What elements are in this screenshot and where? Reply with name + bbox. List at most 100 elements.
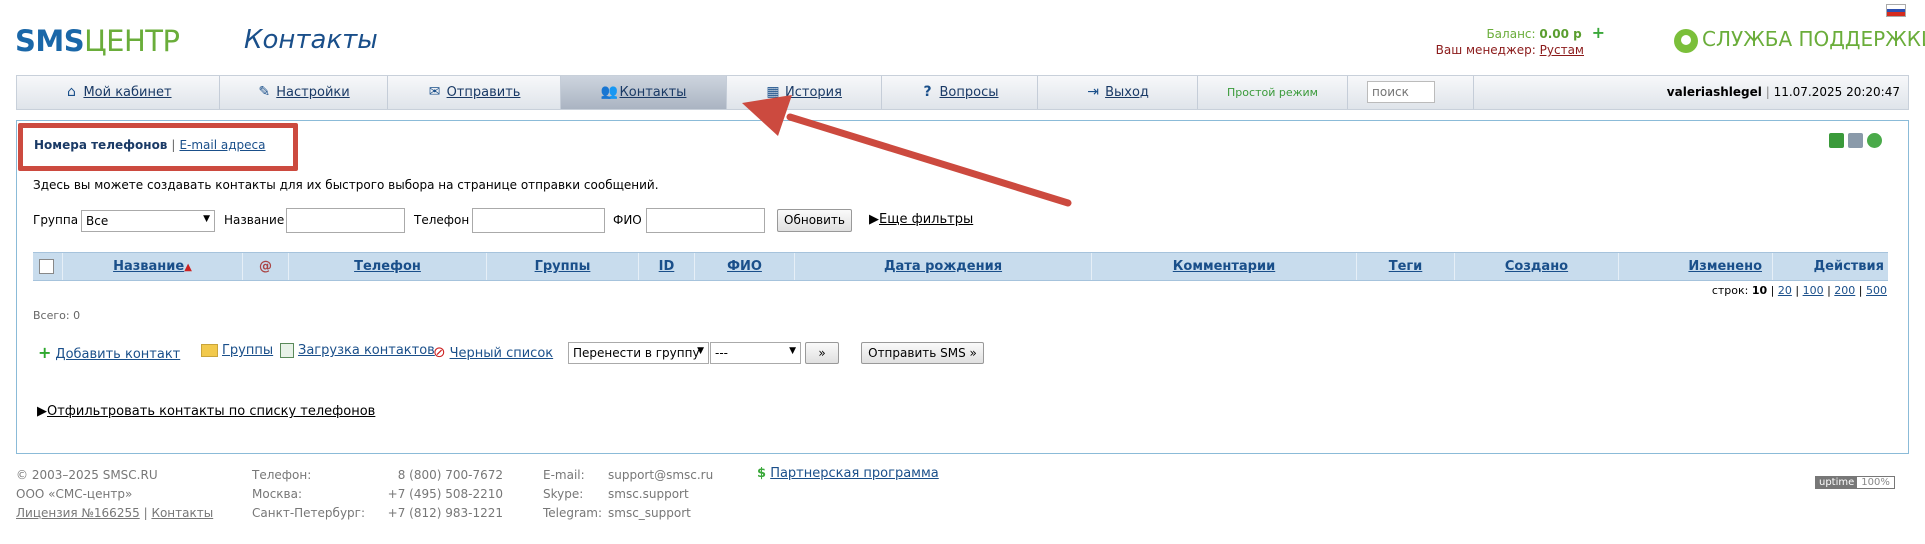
- footer-phone-value: 8 (800) 700-7672: [397, 468, 503, 482]
- group-label: Группа: [33, 213, 79, 227]
- tab-emails[interactable]: E-mail адреса: [179, 138, 265, 152]
- contacts-link[interactable]: Контакты: [151, 506, 213, 520]
- footer-skype-label: Skype:: [543, 487, 584, 501]
- footer-skype-value: smsc.support: [608, 487, 689, 501]
- search-input[interactable]: [1367, 81, 1435, 103]
- footer-spb-label: Санкт-Петербург:: [252, 506, 366, 520]
- exit-icon: ⇥: [1087, 84, 1099, 100]
- support-link[interactable]: СЛУЖБА ПОДДЕРЖКИ: [1674, 27, 1925, 53]
- balance: Баланс: 0.00 р +: [1486, 23, 1605, 42]
- col-name[interactable]: Название▲: [63, 253, 243, 280]
- apply-move-button[interactable]: »: [805, 342, 839, 364]
- toolbar-icons: [1825, 133, 1882, 151]
- page-description: Здесь вы можете создавать контакты для и…: [33, 178, 659, 192]
- logo[interactable]: SMSЦЕНТР: [15, 24, 180, 58]
- logo-sms: SMS: [15, 24, 85, 58]
- col-birthdate[interactable]: Дата рождения: [795, 253, 1092, 280]
- col-tags[interactable]: Теги: [1357, 253, 1455, 280]
- footer-telegram-link[interactable]: smsc_support: [608, 506, 691, 520]
- folder-icon: [201, 344, 218, 357]
- tab-phones[interactable]: Номера телефонов: [34, 138, 167, 152]
- nav-item-questions[interactable]: ? Вопросы: [882, 76, 1038, 109]
- rows-current: 10: [1751, 284, 1768, 297]
- refresh-icon[interactable]: [1867, 133, 1882, 148]
- page-title: Контакты: [244, 25, 378, 55]
- target-group-select[interactable]: --- ▼: [710, 342, 801, 364]
- footer-spb-value: +7 (812) 983-1221: [387, 506, 503, 520]
- triangle-right-icon: ▶: [37, 404, 47, 419]
- rows-per-page: строк: 10 | 20 | 100 | 200 | 500: [1711, 284, 1887, 297]
- simple-mode-link[interactable]: Простой режим: [1198, 76, 1348, 109]
- manager-link[interactable]: Рустам: [1540, 43, 1584, 57]
- chevron-down-icon: ▼: [697, 346, 704, 356]
- fio-input[interactable]: [646, 208, 765, 233]
- footer-telegram-label: Telegram:: [543, 506, 603, 520]
- select-all-checkbox[interactable]: [39, 259, 54, 274]
- filter-by-phones-toggle[interactable]: ▶Отфильтровать контакты по списку телефо…: [37, 404, 375, 419]
- manager: Ваш менеджер: Рустам: [1436, 43, 1584, 57]
- nav-item-send[interactable]: ✉ Отправить: [388, 76, 561, 109]
- users-icon: 👥: [600, 84, 618, 100]
- refresh-button[interactable]: Обновить: [777, 209, 852, 232]
- envelope-icon: ✉: [428, 84, 441, 100]
- footer-moscow-value: +7 (495) 508-2210: [387, 487, 503, 501]
- col-comments[interactable]: Комментарии: [1092, 253, 1357, 280]
- username[interactable]: valeriashlegel: [1667, 85, 1762, 99]
- col-fio[interactable]: ФИО: [695, 253, 795, 280]
- footer-copyright: © 2003–2025 SMSC.RU: [16, 468, 158, 482]
- question-icon: ?: [923, 84, 932, 100]
- add-contact-link[interactable]: + Добавить контакт: [38, 343, 180, 362]
- phone-label: Телефон: [414, 213, 470, 227]
- select-all-cell: [33, 253, 63, 280]
- groups-link[interactable]: Группы: [201, 343, 273, 358]
- footer-company: ООО «СМС-центр»: [16, 487, 133, 501]
- name-input[interactable]: [286, 208, 405, 233]
- rows-option-100[interactable]: 100: [1803, 284, 1824, 297]
- print-icon[interactable]: [1848, 133, 1863, 148]
- col-email: @: [243, 253, 289, 280]
- forbidden-icon: ⊘: [433, 343, 446, 361]
- rows-option-500[interactable]: 500: [1866, 284, 1887, 297]
- nav-item-cabinet[interactable]: ⌂ Мой кабинет: [17, 76, 220, 109]
- headset-icon: [1674, 28, 1698, 53]
- col-id[interactable]: ID: [639, 253, 695, 280]
- russian-flag-icon[interactable]: [1886, 4, 1906, 17]
- chevron-down-icon: ▼: [789, 346, 796, 356]
- partner-program-link[interactable]: $ Партнерская программа: [757, 466, 939, 481]
- footer-phone-label: Телефон:: [252, 468, 312, 482]
- name-label: Название: [224, 213, 285, 227]
- col-phone[interactable]: Телефон: [289, 253, 487, 280]
- sort-up-icon: ▲: [184, 262, 192, 273]
- footer-moscow-label: Москва:: [252, 487, 303, 501]
- nav-item-history[interactable]: ▦ История: [727, 76, 882, 109]
- send-sms-button[interactable]: Отправить SMS »: [861, 342, 984, 364]
- uptime-badge[interactable]: uptime 100%: [1815, 476, 1895, 489]
- fio-label: ФИО: [613, 213, 642, 227]
- nav-item-exit[interactable]: ⇥ Выход: [1038, 76, 1198, 109]
- nav-item-contacts[interactable]: 👥 Контакты: [561, 76, 727, 109]
- plus-icon[interactable]: +: [1592, 23, 1605, 42]
- footer-email-value[interactable]: support@smsc.ru: [608, 468, 713, 482]
- more-filters-toggle[interactable]: ▶Еще фильтры: [869, 212, 973, 227]
- col-created[interactable]: Создано: [1455, 253, 1619, 280]
- phone-input[interactable]: [472, 208, 605, 233]
- chevron-down-icon: ▼: [203, 214, 210, 224]
- col-groups[interactable]: Группы: [487, 253, 639, 280]
- upload-contacts-link[interactable]: Загрузка контактов: [280, 343, 435, 358]
- group-select[interactable]: Все ▼: [81, 210, 215, 232]
- manager-label: Ваш менеджер:: [1435, 43, 1536, 57]
- move-to-group-select[interactable]: Перенести в группу ▼: [568, 342, 709, 364]
- blacklist-link[interactable]: ⊘ Черный список: [433, 343, 553, 361]
- rows-option-200[interactable]: 200: [1834, 284, 1855, 297]
- rows-option-20[interactable]: 20: [1778, 284, 1792, 297]
- download-icon[interactable]: [1829, 133, 1844, 148]
- col-modified[interactable]: Изменено: [1619, 253, 1773, 280]
- col-actions: Действия: [1813, 259, 1884, 274]
- footer-email-label: E-mail:: [543, 468, 585, 482]
- home-icon: ⌂: [66, 84, 76, 100]
- license-link[interactable]: Лицензия №166255: [16, 506, 140, 520]
- balance-value: 0.00 р: [1539, 27, 1582, 41]
- import-icon: [280, 343, 294, 358]
- plus-icon: +: [38, 343, 52, 362]
- nav-item-settings[interactable]: ✎ Настройки: [220, 76, 388, 109]
